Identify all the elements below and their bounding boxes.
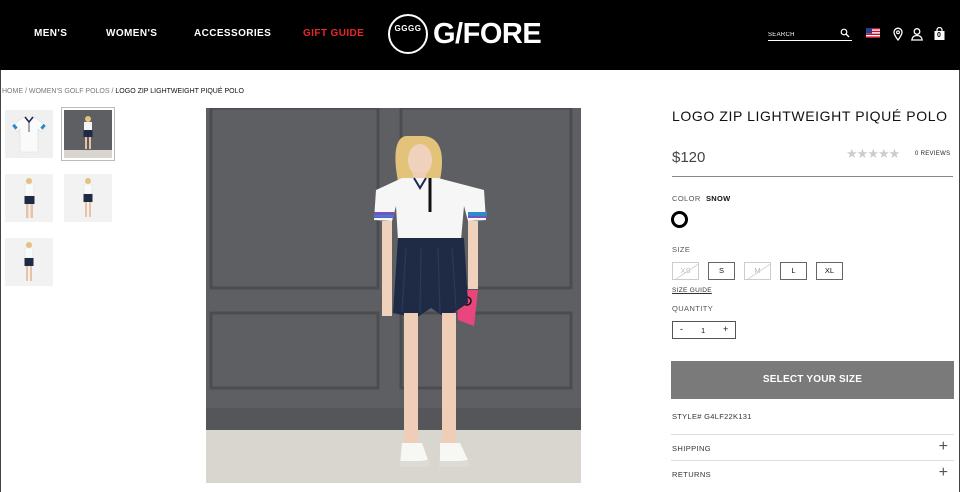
select-size-button[interactable]: SELECT YOUR SIZE [671,361,954,399]
model-side-image [5,174,53,222]
breadcrumb-separator: / [111,88,114,95]
us-flag-icon[interactable] [866,28,880,38]
returns-accordion-label: RETURNS [672,470,712,479]
thumbnail-1[interactable] [5,110,53,158]
nav-womens[interactable]: WOMEN'S [106,28,157,39]
color-label: COLOR [672,194,701,203]
breadcrumb-home[interactable]: HOME [2,88,23,95]
quantity-value[interactable]: 1 [701,326,705,335]
size-label: SIZE [672,245,691,254]
size-option-m[interactable]: M [744,262,771,280]
quantity-stepper: - 1 + [672,321,736,339]
cart-count: 0 [937,32,941,39]
color-swatch-snow[interactable] [671,211,688,228]
search-input[interactable] [768,29,838,40]
product-price: $120 [672,149,706,166]
star-icon: ★ [888,146,901,161]
nav-gift-guide[interactable]: GIFT GUIDE [303,28,364,39]
unavailable-strike-icon [747,263,770,279]
thumbnail-5[interactable] [5,238,53,286]
star-icon: ★ [867,146,879,161]
breadcrumb-separator: / [24,88,27,95]
size-option-xl[interactable]: XL [816,262,843,280]
model-back-image [64,174,112,222]
breadcrumb: HOME / WOMEN'S GOLF POLOS / LOGO ZIP LIG… [2,88,244,95]
star-icon: ★ [846,146,858,161]
site-header: MEN'S WOMEN'S ACCESSORIES GIFT GUIDE GGG… [0,0,960,70]
divider [672,176,953,177]
thumbnail-4[interactable] [64,174,112,222]
size-guide-link[interactable]: SIZE GUIDE [672,287,712,294]
quantity-label: QUANTITY [672,304,714,313]
expand-plus-icon: + [938,438,948,455]
breadcrumb-category[interactable]: WOMEN'S GOLF POLOS [29,88,110,95]
reviews-link[interactable]: 0 REVIEWS [915,151,950,157]
polo-flat-image [5,110,53,158]
breadcrumb-current: LOGO ZIP LIGHTWEIGHT PIQUÉ POLO [115,88,244,95]
thumbnail-3[interactable] [5,174,53,222]
quantity-decrease-button[interactable]: - [680,324,683,334]
brand-logo[interactable]: GGGG G/FORE [388,14,563,54]
product-title: LOGO ZIP LIGHTWEIGHT PIQUÉ POLO [672,108,948,124]
star-rating[interactable]: ★★★★★ [846,146,901,162]
model-photo-image [64,110,112,158]
search-box[interactable] [768,28,852,41]
color-value: SNOW [706,194,731,203]
size-option-xs[interactable]: XS [672,262,699,280]
nav-mens[interactable]: MEN'S [34,28,67,39]
size-option-l[interactable]: L [780,262,807,280]
location-pin-icon[interactable] [891,27,905,41]
brand-name: G/FORE [433,18,542,50]
brand-mark-icon: GGGG [388,14,428,54]
size-option-s[interactable]: S [708,262,735,280]
main-product-image[interactable] [206,108,581,483]
model-detail-image [5,238,53,286]
account-icon[interactable] [910,27,924,41]
style-number: STYLE# G4LF22K131 [672,412,752,421]
shopping-bag-icon[interactable]: 0 [933,26,946,41]
returns-accordion[interactable]: RETURNS + [671,460,954,486]
search-icon[interactable] [840,28,850,38]
frame-left-border [0,70,1,492]
star-icon: ★ [856,146,869,161]
model-wearing-polo-image [206,108,581,483]
quantity-increase-button[interactable]: + [723,324,728,334]
expand-plus-icon: + [938,464,948,481]
unavailable-strike-icon [675,263,698,279]
star-icon: ★ [877,146,890,161]
shipping-accordion-label: SHIPPING [672,444,712,453]
nav-accessories[interactable]: ACCESSORIES [194,28,271,39]
shipping-accordion[interactable]: SHIPPING + [671,434,954,460]
thumbnail-2[interactable] [61,107,115,161]
